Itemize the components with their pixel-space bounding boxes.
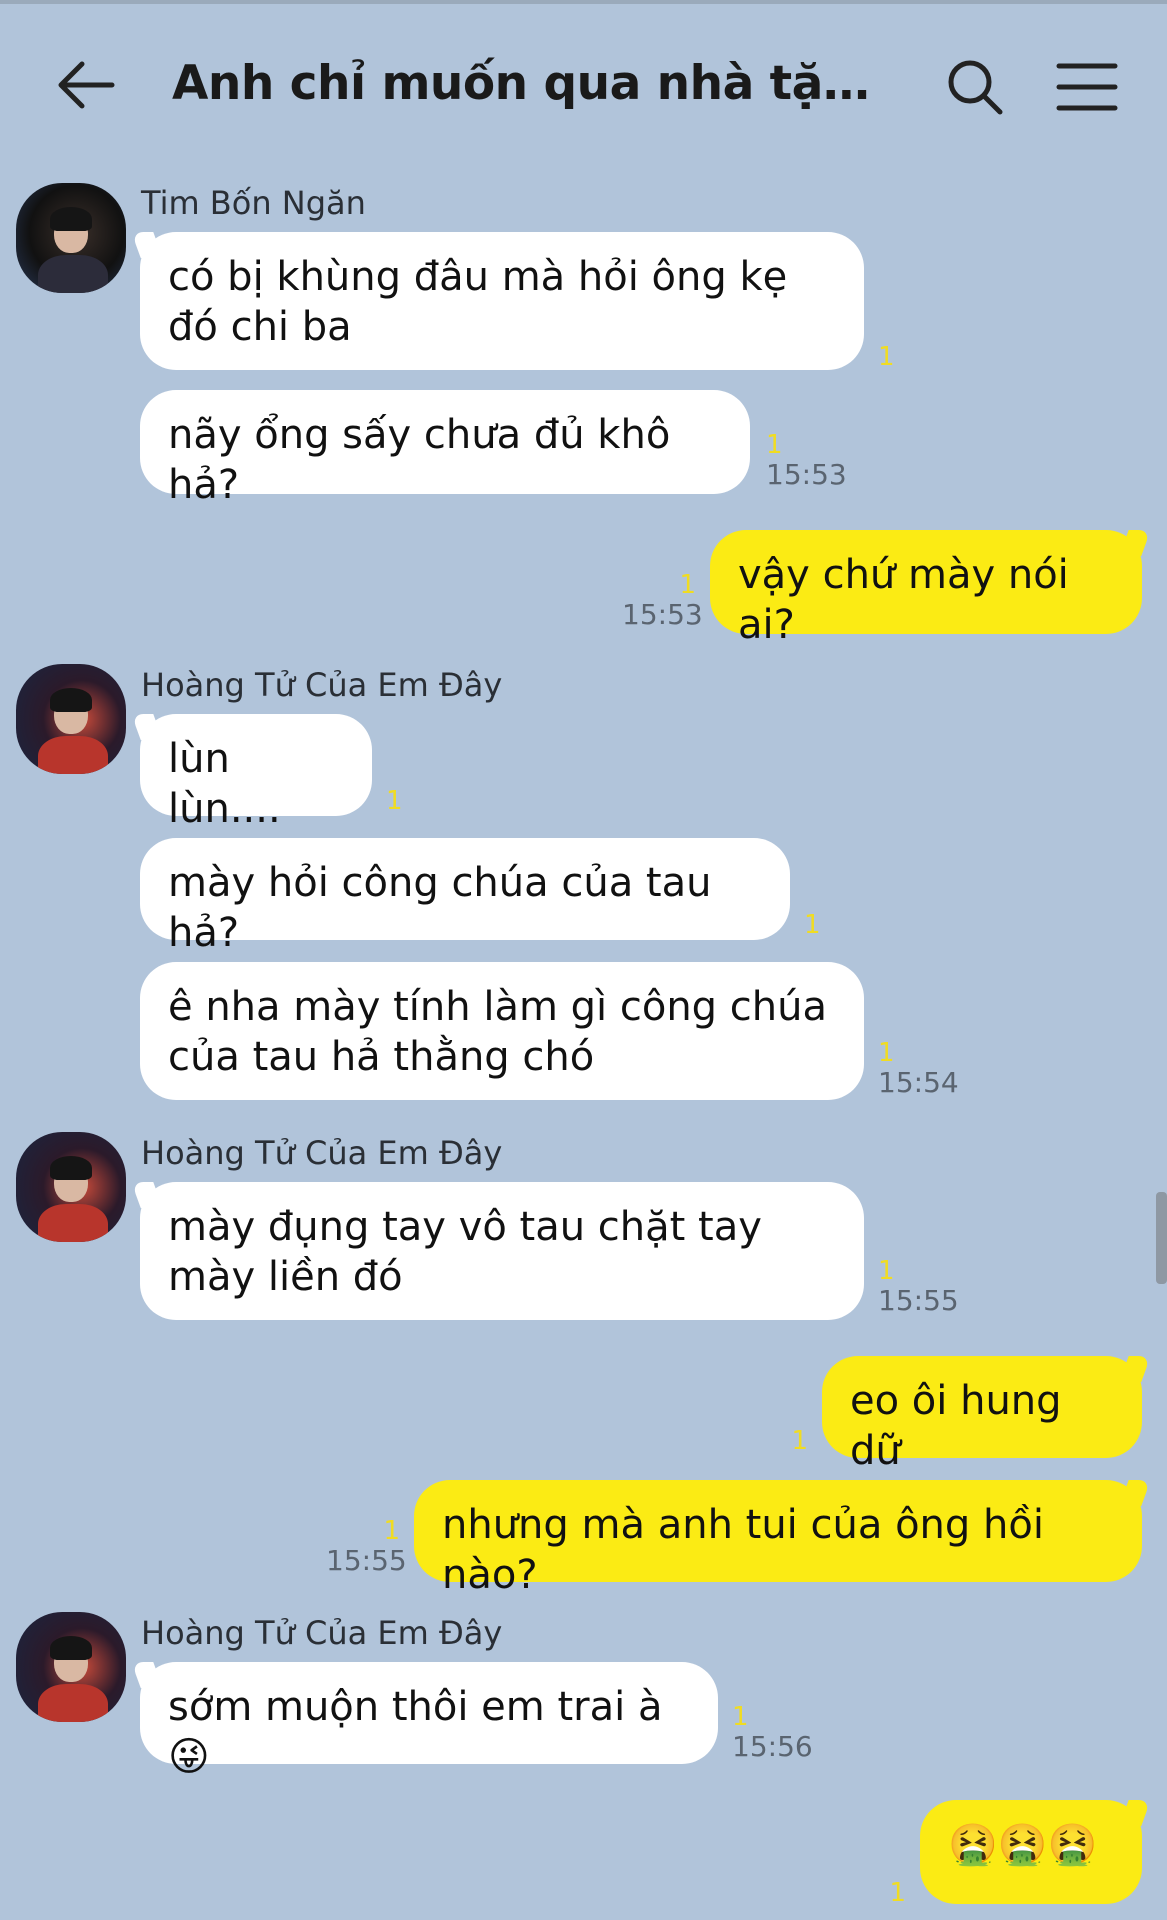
message-bubble[interactable]: sớm muộn thôi em trai à😜	[140, 1662, 718, 1780]
timestamp: 15:53	[622, 598, 703, 631]
timestamp: 15:56	[732, 1730, 813, 1763]
message-bubble[interactable]: nhưng mà anh tui của ông hồi nào?	[414, 1480, 1142, 1598]
avatar-hair	[50, 688, 92, 712]
unread-count: 1	[878, 1038, 895, 1068]
unread-count: 1	[383, 1516, 400, 1546]
unread-count: 1	[878, 342, 895, 372]
search-icon	[948, 60, 1003, 115]
message-meta: 1	[804, 912, 821, 938]
avatar-body	[38, 255, 108, 293]
avatar[interactable]	[16, 1612, 126, 1722]
message-bubble[interactable]: vậy chứ mày nói ai?	[710, 530, 1142, 648]
unread-count: 1	[766, 430, 783, 460]
message-bubble[interactable]: lùn lùn....	[140, 714, 372, 832]
message-bubble[interactable]: mày hỏi công chúa của tau hả?	[140, 838, 790, 956]
message-bubble[interactable]: nãy ổng sấy chưa đủ khô hả?	[140, 390, 750, 508]
message-meta: 1	[780, 1428, 808, 1454]
menu-icon	[1056, 63, 1118, 111]
menu-button[interactable]	[1055, 56, 1119, 118]
sender-name: Hoàng Tử Của Em Đây	[141, 666, 503, 704]
avatar-body	[38, 736, 108, 774]
sender-name: Tim Bốn Ngăn	[141, 184, 366, 222]
message-bubble[interactable]: có bị khùng đâu mà hỏi ông kẹ đó chi ba	[140, 232, 864, 370]
search-button[interactable]	[944, 56, 1006, 118]
avatar-body	[38, 1204, 108, 1242]
avatar[interactable]	[16, 183, 126, 293]
message-bubble[interactable]: 🤮🤮🤮	[920, 1800, 1142, 1904]
chat-title: Anh chỉ muốn qua nhà tặng c...	[172, 56, 892, 111]
timestamp: 15:54	[878, 1066, 959, 1099]
unread-count: 1	[804, 910, 821, 940]
message-meta: 1 15:55	[326, 1516, 407, 1577]
sender-name: Hoàng Tử Của Em Đây	[141, 1134, 503, 1172]
message-meta: 1 15:54	[878, 1040, 959, 1099]
sender-name: Hoàng Tử Của Em Đây	[141, 1614, 503, 1652]
message-meta: 1	[878, 344, 895, 370]
back-button[interactable]	[52, 52, 118, 118]
avatar[interactable]	[16, 664, 126, 774]
message-meta: 1 15:53	[622, 570, 703, 631]
message-bubble[interactable]: mày đụng tay vô tau chặt tay mày liền đó	[140, 1182, 864, 1320]
unread-count: 1	[386, 786, 403, 816]
unread-count: 1	[889, 1878, 906, 1908]
message-meta: 1 15:56	[732, 1704, 813, 1763]
timestamp: 15:53	[766, 458, 847, 491]
chat-header: Anh chỉ muốn qua nhà tặng c...	[0, 0, 1167, 170]
message-meta: 1	[880, 1880, 906, 1906]
timestamp: 15:55	[878, 1284, 959, 1317]
scrollbar[interactable]	[1156, 1192, 1167, 1284]
unread-count: 1	[679, 570, 696, 600]
message-meta: 1 15:53	[766, 432, 847, 491]
avatar-hair	[50, 1636, 92, 1660]
message-meta: 1	[386, 788, 403, 814]
timestamp: 15:55	[326, 1544, 407, 1577]
avatar-hair	[50, 1156, 92, 1180]
message-bubble[interactable]: eo ôi hung dữ	[822, 1356, 1142, 1474]
avatar-hair	[50, 207, 92, 231]
unread-count: 1	[791, 1426, 808, 1456]
avatar-body	[38, 1684, 108, 1722]
arrow-left-icon	[58, 61, 115, 109]
avatar[interactable]	[16, 1132, 126, 1242]
unread-count: 1	[732, 1702, 749, 1732]
message-bubble[interactable]: ê nha mày tính làm gì công chúa của tau …	[140, 962, 864, 1100]
unread-count: 1	[878, 1256, 895, 1286]
message-meta: 1 15:55	[878, 1258, 959, 1317]
